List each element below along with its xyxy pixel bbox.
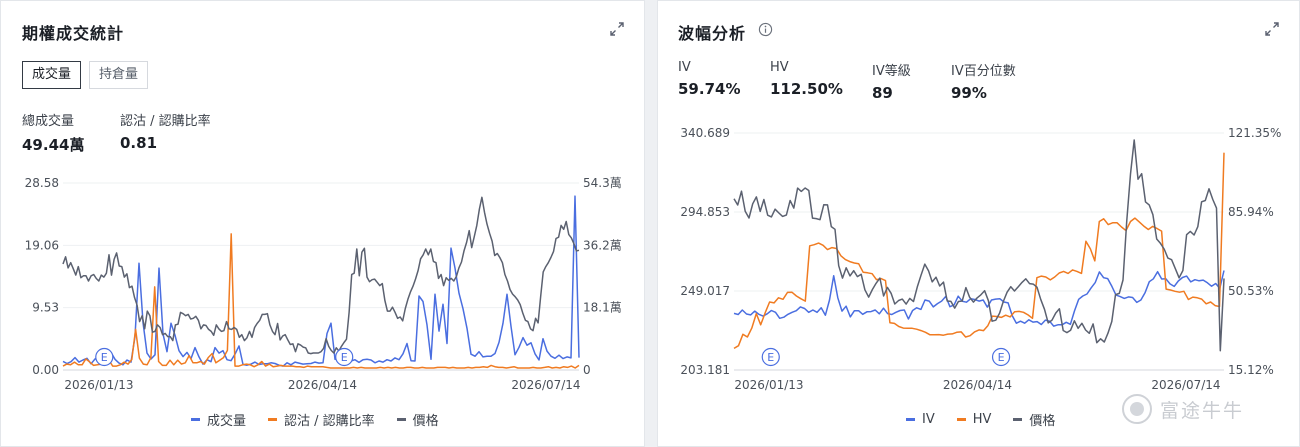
- y-right-tick-label: 15.12%: [1228, 363, 1274, 377]
- legend-item-put-call-ratio[interactable]: 認沽 / 認購比率: [268, 410, 375, 429]
- x-tick-label: 2026/01/13: [64, 378, 133, 392]
- legend-label-put-call-ratio: 認沽 / 認購比率: [284, 414, 375, 429]
- series-line-1: [62, 233, 580, 369]
- y-right-tick-label: 36.2萬: [583, 238, 622, 252]
- options-volume-panel: 期權成交統計 成交量 持倉量 總成交量 49.44萬 認沽 / 認購比率 0.8…: [0, 0, 645, 447]
- legend-swatch-hv: [956, 418, 966, 421]
- earnings-marker-label: E: [101, 351, 108, 364]
- volatility-panel: 波幅分析 IV 59.74% HV 112.50% IV等級 89 IV百分位數…: [657, 0, 1300, 447]
- legend-label-hv: HV: [972, 412, 992, 427]
- legend-item-price[interactable]: 價格: [1013, 410, 1055, 429]
- legend-label-price: 價格: [412, 414, 439, 429]
- y-left-tick-label: 28.58: [25, 176, 59, 190]
- legend-swatch-iv: [906, 418, 915, 421]
- y-left-tick-label: 340.689: [680, 126, 730, 140]
- futu-logo-icon: [1122, 394, 1152, 424]
- legend-label-iv: IV: [922, 412, 935, 427]
- y-left-tick-label: 19.06: [25, 238, 59, 252]
- x-tick-label: 2026/07/14: [1151, 378, 1220, 392]
- legend-item-volume[interactable]: 成交量: [191, 410, 246, 429]
- y-right-tick-label: 54.3萬: [583, 176, 622, 190]
- y-left-tick-label: 0.00: [32, 363, 59, 377]
- legend-swatch-price: [1013, 418, 1023, 421]
- y-right-tick-label: 85.94%: [1228, 205, 1274, 219]
- watermark-text: 富途牛牛: [1160, 399, 1245, 422]
- y-right-tick-label: 121.35%: [1228, 126, 1281, 140]
- legend-item-iv[interactable]: IV: [906, 410, 935, 429]
- legend-swatch-volume: [191, 418, 200, 421]
- x-tick-label: 2026/01/13: [734, 378, 803, 392]
- volatility-legend: IV HV 價格: [906, 410, 1077, 429]
- series-line-1: [733, 152, 1225, 350]
- legend-label-price: 價格: [1029, 414, 1056, 429]
- options-volume-legend: 成交量 認沽 / 認購比率 價格: [191, 410, 461, 429]
- y-left-tick-label: 9.53: [32, 301, 59, 315]
- y-right-tick-label: 18.1萬: [583, 301, 622, 315]
- futu-watermark: 富途牛牛: [1122, 394, 1244, 424]
- earnings-marker-label: E: [767, 351, 774, 364]
- earnings-marker-label: E: [998, 351, 1005, 364]
- legend-swatch-price: [396, 418, 406, 421]
- options-volume-chart: 0.00 0 9.53 18.1萬 19.06 36.2萬 28.58 54.3萬 2026/0…: [25, 176, 622, 392]
- series-line-2: [733, 139, 1225, 352]
- legend-item-price[interactable]: 價格: [396, 410, 439, 429]
- y-left-tick-label: 203.181: [680, 363, 730, 377]
- y-right-tick-label: 0: [583, 363, 591, 377]
- y-left-tick-label: 294.853: [680, 205, 730, 219]
- legend-label-volume: 成交量: [207, 414, 247, 429]
- x-tick-label: 2026/07/14: [511, 378, 580, 392]
- y-left-tick-label: 249.017: [680, 284, 730, 298]
- series-line-0: [62, 195, 580, 367]
- x-tick-label: 2026/04/14: [288, 378, 357, 392]
- earnings-marker-label: E: [341, 351, 348, 364]
- legend-item-hv[interactable]: HV: [956, 410, 992, 429]
- legend-swatch-put-call-ratio: [268, 418, 278, 421]
- x-tick-label: 2026/04/14: [943, 378, 1012, 392]
- y-right-tick-label: 50.53%: [1228, 284, 1274, 298]
- volatility-chart: 203.181 15.12% 249.017 50.53% 294.853 85.94% 3…: [680, 126, 1281, 392]
